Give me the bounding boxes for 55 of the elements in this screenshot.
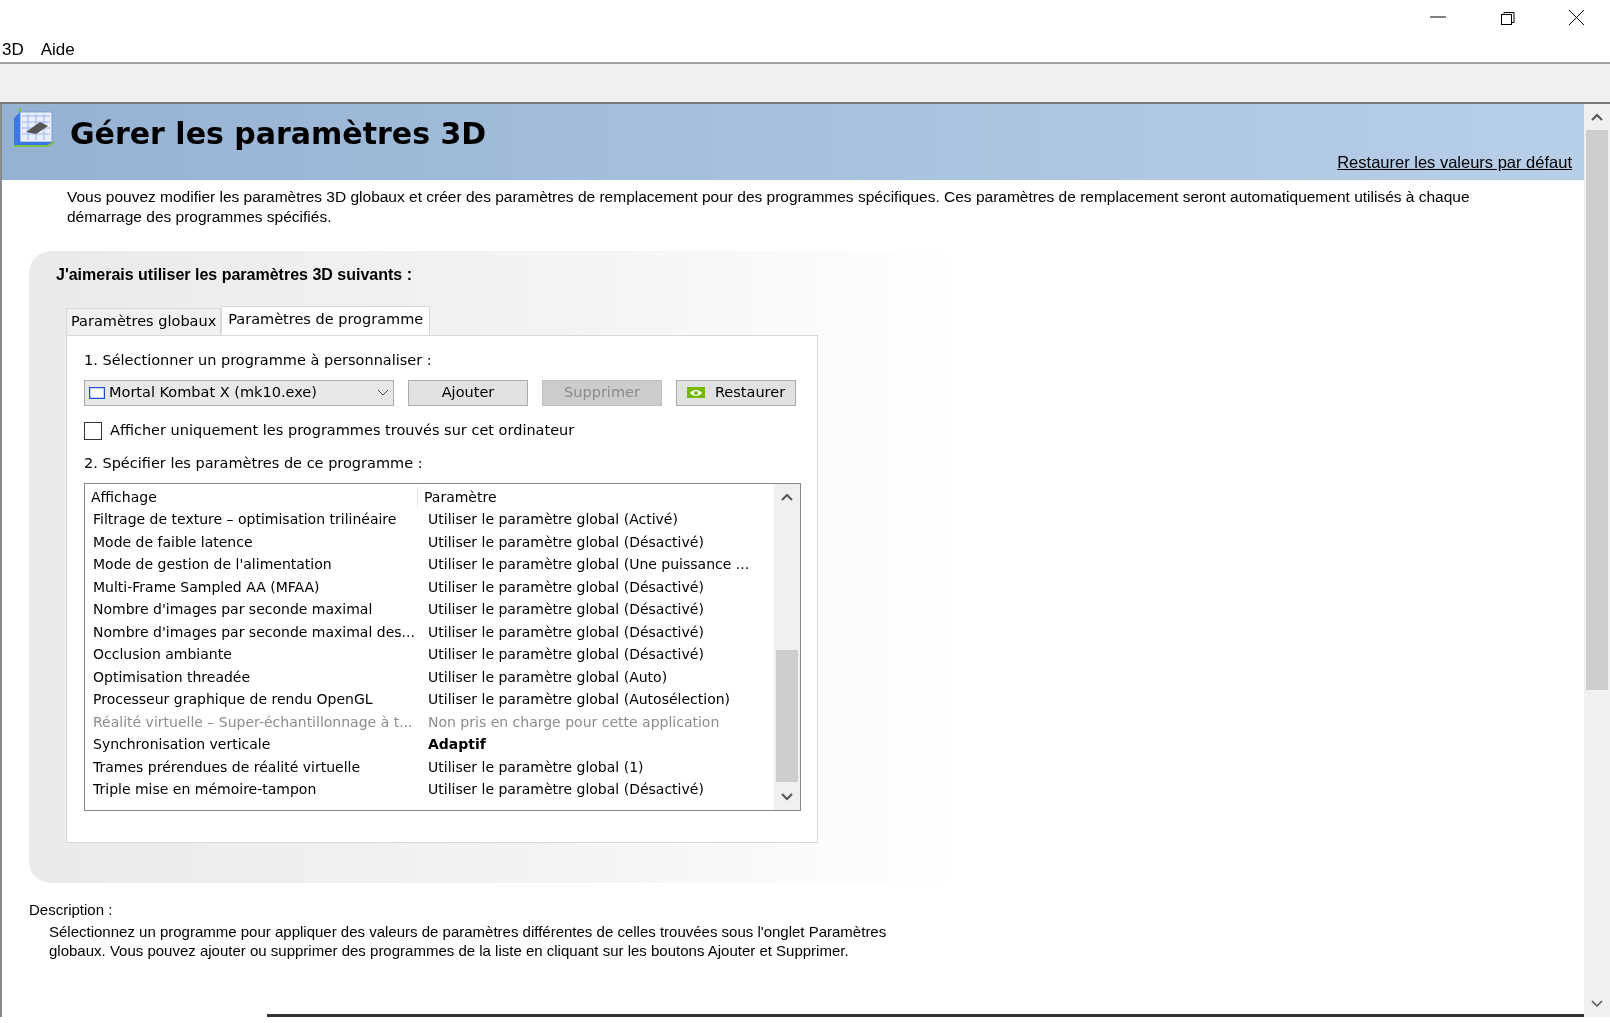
- table-cell-text: Utiliser le paramètre global (Une puissance ...: [427, 555, 751, 575]
- table-cell-text: Multi-Frame Sampled AA (MFAA): [92, 577, 321, 597]
- menu-item[interactable]: 3D: [0, 37, 26, 63]
- description-text: Sélectionnez un programme pour appliquer des valeurs de paramètres différentes de celles trouvées sous l'onglet Paramètres globaux. Vous pouvez ajouter ou supprimer des programmes de la liste en cliquant sur les boutons Ajouter et Supprimer.: [49, 921, 888, 961]
- eye-logo-icon: [686, 387, 705, 399]
- table-cell-text: Nombre d'images par seconde maximal des...: [92, 622, 416, 642]
- restore-button[interactable]: Restaurer: [676, 379, 796, 406]
- restore-defaults-link[interactable]: Restaurer les valeurs par défaut: [1337, 150, 1572, 175]
- table-cell-text: Nombre d'images par seconde maximal: [92, 600, 374, 620]
- scrollbar-thumb[interactable]: [1586, 130, 1608, 690]
- description-label: Description :: [29, 900, 114, 920]
- scroll-up-icon[interactable]: [1590, 112, 1604, 122]
- table-cell-text: Occlusion ambiante: [92, 645, 233, 665]
- table-cell-text: Utiliser le paramètre global (Auto): [427, 667, 669, 687]
- table-cell-text: Utiliser le paramètre global (Désactivé): [427, 600, 705, 620]
- scrollbar-thumb[interactable]: [776, 650, 798, 783]
- program-dropdown[interactable]: Mortal Kombat X (mk10.exe): [84, 379, 394, 406]
- table-cell-text: Filtrage de texture – optimisation trilinéaire: [92, 510, 398, 530]
- table-cell-text: Trames prérendues de réalité virtuelle: [92, 757, 362, 777]
- table-cell-text: Utiliser le paramètre global (Désactivé): [427, 577, 705, 597]
- action-button[interactable]: Ajouter: [408, 379, 528, 406]
- column-header[interactable]: Affichage: [85, 486, 418, 508]
- scroll-up-icon[interactable]: [780, 492, 794, 503]
- menu-item[interactable]: Aide: [38, 37, 77, 63]
- window-icon: [89, 386, 105, 399]
- table-cell-text: Réalité virtuelle – Super-échantillonnage à t...: [92, 712, 414, 732]
- table-cell-text: Adaptif: [427, 735, 487, 755]
- table-cell-text: Utiliser le paramètre global (Désactivé): [427, 532, 705, 552]
- table-cell-text: Optimisation threadée: [92, 667, 252, 687]
- step-label: 1. Sélectionner un programme à personnaliser :: [84, 350, 433, 370]
- table-cell-text: Mode de gestion de l'alimentation: [92, 555, 333, 575]
- table-cell-text: Non pris en charge pour cette application: [427, 712, 721, 732]
- chevron-down-icon: [377, 388, 389, 397]
- close-icon[interactable]: [1566, 8, 1585, 26]
- table-cell-text: Synchronisation verticale: [92, 735, 272, 755]
- column-header[interactable]: Paramètre: [418, 486, 774, 508]
- table-cell-text: Utiliser le paramètre global (Autosélection): [427, 690, 732, 710]
- checkbox[interactable]: [84, 421, 102, 440]
- table-cell-text: Utiliser le paramètre global (1): [427, 757, 645, 777]
- panel-heading: J'aimerais utiliser les paramètres 3D suivants :: [56, 265, 413, 285]
- table-cell-text: Utiliser le paramètre global (Désactivé): [427, 622, 705, 642]
- table-cell-text: Triple mise en mémoire-tampon: [92, 780, 318, 800]
- tab[interactable]: Paramètres de programme: [221, 306, 431, 335]
- intro-text: Vous pouvez modifier les paramètres 3D globaux et créer des paramètres de remplacement pour des programmes spécifiques. Ces paramètres de remplacement seront automatiquement utilisés à chaque démarrage des programmes spécifiés.: [66, 187, 1471, 227]
- table-cell-text: Utiliser le paramètre global (Activé): [427, 510, 679, 530]
- tab[interactable]: Paramètres globaux: [66, 308, 222, 335]
- table-cell-text: Utiliser le paramètre global (Désactivé): [427, 780, 705, 800]
- page-title: Gérer les paramètres 3D: [70, 115, 487, 152]
- table-cell-text: Processeur graphique de rendu OpenGL: [92, 690, 374, 710]
- scroll-down-icon[interactable]: [780, 792, 794, 803]
- scroll-down-icon[interactable]: [1590, 999, 1604, 1009]
- checkbox-label: Afficher uniquement les programmes trouvés sur cet ordinateur: [110, 420, 575, 440]
- table-cell-text: Utiliser le paramètre global (Désactivé): [427, 645, 705, 665]
- step-label: 2. Spécifier les paramètres de ce programme :: [84, 454, 424, 474]
- table-cell-text: Mode de faible latence: [92, 532, 254, 552]
